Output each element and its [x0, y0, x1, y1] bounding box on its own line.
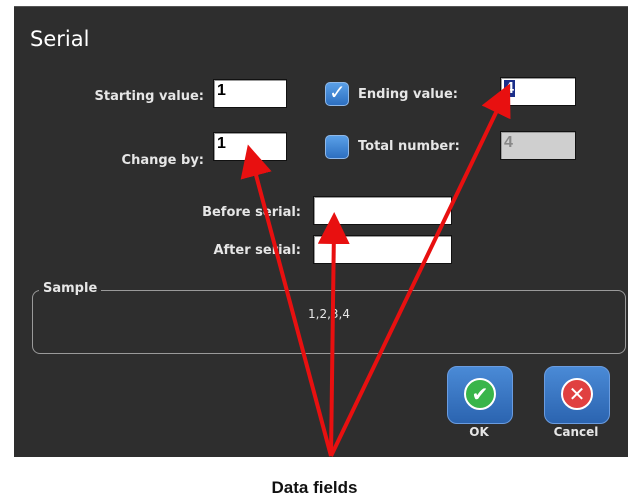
ok-button-label: OK	[469, 425, 489, 439]
data-fields-caption: Data fields	[271, 478, 358, 497]
ok-button[interactable]: ✔	[447, 366, 513, 424]
serial-dialog: Serial Starting value: 1 Ending value: 4…	[14, 6, 628, 457]
change-by-field[interactable]: 1	[213, 132, 287, 161]
ending-value-checkbox[interactable]	[325, 80, 349, 106]
close-icon: ✕	[561, 378, 593, 410]
total-number-text: 4	[504, 134, 513, 151]
after-serial-label: After serial:	[213, 243, 301, 258]
total-number-checkbox[interactable]	[325, 135, 349, 159]
starting-value-text: 1	[217, 82, 226, 99]
ending-value-field[interactable]: 4	[500, 77, 576, 106]
checkmark-icon: ✔	[464, 378, 496, 410]
sample-group: Sample 1,2,3,4	[32, 281, 626, 354]
before-serial-label: Before serial:	[202, 205, 301, 220]
ending-value-text: 4	[504, 80, 515, 97]
total-number-label: Total number:	[358, 139, 460, 154]
change-by-text: 1	[217, 135, 226, 152]
after-serial-field[interactable]	[313, 235, 452, 264]
sample-title: Sample	[39, 281, 102, 296]
total-number-field[interactable]: 4	[500, 131, 576, 160]
cancel-button-label: Cancel	[553, 425, 599, 439]
change-by-label: Change by:	[121, 153, 204, 168]
sample-value: 1,2,3,4	[308, 307, 350, 321]
starting-value-field[interactable]: 1	[213, 79, 287, 108]
before-serial-field[interactable]	[313, 196, 452, 225]
ending-value-label: Ending value:	[358, 87, 458, 102]
starting-value-label: Starting value:	[94, 89, 205, 104]
cancel-button[interactable]: ✕	[544, 366, 610, 424]
dialog-title: Serial	[30, 27, 90, 51]
